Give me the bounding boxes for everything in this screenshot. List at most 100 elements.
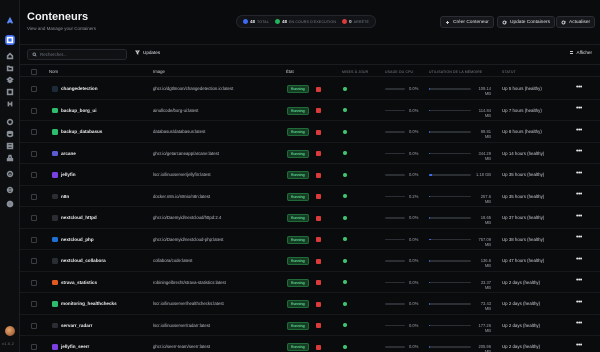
container-name[interactable]: nextcloud_httpd [61,215,97,220]
stop-icon[interactable] [316,172,321,178]
table-row[interactable]: changedetection ghcr.io/dgtlmoon/changede… [20,78,600,100]
row-checkbox[interactable] [31,107,37,114]
row-checkbox[interactable] [31,129,37,135]
folder-icon[interactable] [5,63,15,73]
stop-icon[interactable] [316,108,321,113]
row-checkbox[interactable] [31,86,37,92]
more-actions-icon[interactable]: ••• [576,256,582,263]
table-row[interactable]: servarr_radarr lscr.io/linuxserver/radarr… [20,315,600,336]
search-input[interactable] [40,52,120,57]
more-actions-icon[interactable]: ••• [576,299,582,306]
row-checkbox[interactable] [31,172,37,178]
more-actions-icon[interactable]: ••• [576,191,582,198]
stop-icon[interactable] [316,323,321,328]
globe-icon[interactable] [5,185,15,195]
container-name[interactable]: backup_databasus [61,129,102,134]
container-image: lscr.io/linuxserver/radarr:latest [153,322,211,328]
container-name[interactable]: monitoring_healthchecks [61,301,117,306]
row-checkbox[interactable] [31,215,37,221]
container-name[interactable]: arcane [61,151,76,156]
update-status-dot [343,215,347,220]
table-row[interactable]: jellyfin_seerr ghcr.io/seerr-team/seerr:l… [20,336,600,352]
stop-icon[interactable] [316,237,321,242]
container-name[interactable]: jellyfin_seerr [61,344,89,349]
memory-bar [429,88,471,90]
container-app-icon [52,150,58,156]
select-all-checkbox[interactable] [31,68,37,75]
table-row[interactable]: nextcloud_php ghcr.io/Daemyid/nextcloud-p… [20,229,600,250]
stop-icon[interactable] [316,86,321,92]
container-name[interactable]: nextcloud_collabora [61,258,106,263]
table-row[interactable]: jellyfin lscr.io/linuxserver/jellyfin:lat… [20,164,600,186]
update-containers-button[interactable]: Update Containers [497,16,555,28]
updates-filter[interactable]: Updates [135,50,160,55]
home-icon[interactable] [5,51,15,61]
containers-icon[interactable] [5,35,15,45]
more-actions-icon[interactable]: ••• [576,148,582,155]
more-actions-icon[interactable]: ••• [576,105,582,112]
row-checkbox[interactable] [31,301,37,307]
row-checkbox[interactable] [31,344,37,350]
stop-icon[interactable] [316,151,321,156]
more-actions-icon[interactable]: ••• [576,213,582,220]
stop-icon[interactable] [316,258,321,264]
stop-icon[interactable] [316,194,321,199]
stop-icon[interactable] [316,215,321,221]
network-icon[interactable] [5,99,15,109]
stop-icon[interactable] [316,280,321,285]
column-state[interactable]: État [286,69,294,74]
create-container-button[interactable]: Créer Conteneur [440,16,494,28]
container-name[interactable]: nextcloud_php [61,237,94,242]
more-actions-icon[interactable]: ••• [576,127,582,134]
table-row[interactable]: monitoring_healthchecks lscr.io/linuxserv… [20,293,600,315]
more-actions-icon[interactable]: ••• [576,170,582,177]
table-row[interactable]: nextcloud_httpd ghcr.io/Daemyid/nextcloud… [20,207,600,229]
table-row[interactable]: arcane ghcr.io/getarcaneapp/arcane:latest… [20,143,600,164]
container-name[interactable]: strava_statistics [61,280,97,285]
row-checkbox[interactable] [31,236,37,243]
table-row[interactable]: nextcloud_collabora collabora/code:latest… [20,250,600,272]
table-row[interactable]: n8n docker.n8n.io/n8nio/n8n:latest Running… [20,186,600,207]
refresh-button[interactable]: Actualiser [556,16,596,28]
container-name[interactable]: n8n [61,194,69,199]
stop-icon[interactable] [316,301,321,307]
more-actions-icon[interactable]: ••• [576,320,582,327]
user-avatar[interactable] [5,326,15,336]
show-columns-button[interactable]: Afficher [569,50,592,55]
column-name[interactable]: Nom [49,69,58,74]
table-row[interactable]: backup_borg_ui ainullcode/borg-ui:latest R… [20,100,600,121]
column-image[interactable]: Image [153,69,165,74]
server-icon[interactable] [5,141,15,151]
search-box[interactable] [27,49,127,60]
layers-icon[interactable] [5,75,15,85]
container-app-icon [52,129,58,135]
more-actions-icon[interactable]: ••• [576,234,582,241]
row-checkbox[interactable] [31,258,37,264]
stop-icon[interactable] [316,129,321,135]
row-checkbox[interactable] [31,150,37,157]
container-name[interactable]: jellyfin [61,172,76,177]
row-checkbox[interactable] [31,322,37,329]
arcane-logo-icon[interactable] [5,16,15,26]
more-actions-icon[interactable]: ••• [576,84,582,91]
table-row[interactable]: backup_databasus databasus/databasus:late… [20,121,600,143]
image-icon[interactable] [5,87,15,97]
memory-bar-fill [429,131,431,133]
container-name[interactable]: changedetection [61,86,98,91]
more-actions-icon[interactable]: ••• [576,342,582,349]
info-icon[interactable] [5,169,15,179]
container-image: ghcr.io/Daemyid/nextcloud/httpd:2.4 [153,215,222,220]
stop-icon[interactable] [316,344,321,350]
column-cpu: USAGE DU CPU [385,69,414,74]
volume-icon[interactable] [5,117,15,127]
container-name[interactable]: servarr_radarr [61,323,92,328]
database-icon[interactable] [5,129,15,139]
container-name[interactable]: backup_borg_ui [61,108,96,113]
row-checkbox[interactable] [31,193,37,200]
table-row[interactable]: strava_statistics robiningelbrecht/strava… [20,272,600,293]
more-actions-icon[interactable]: ••• [576,277,582,284]
row-checkbox[interactable] [31,279,37,286]
settings-icon[interactable] [5,199,15,209]
container-status: Up 35 hours (healthy) [502,193,545,199]
drive-icon[interactable] [5,153,15,163]
